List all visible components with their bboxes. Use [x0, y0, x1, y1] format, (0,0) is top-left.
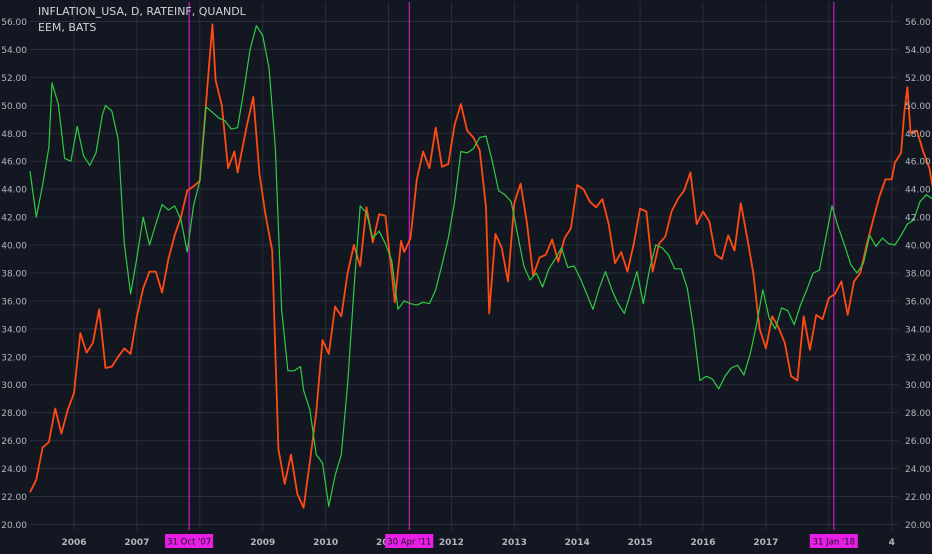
y-tick-label-left: 52.00 [1, 74, 27, 84]
y-tick-label-left: 38.00 [1, 269, 27, 279]
y-tick-label-left: 32.00 [1, 353, 27, 363]
y-tick-label-right: 40.00 [905, 242, 931, 252]
x-tick-label: 2006 [61, 538, 86, 548]
chart-background [0, 0, 932, 550]
x-tick-label: 2013 [502, 538, 527, 548]
x-tick-label: 2017 [753, 538, 778, 548]
chart-root[interactable]: 20.00 22.00 24.00 26.00 28.00 30.00 32.00 34.00… [0, 0, 932, 550]
y-tick-label-left: 56.00 [1, 18, 27, 28]
date-marker-label: 31 Oct '07 [167, 538, 211, 548]
y-tick-label-left: 42.00 [1, 214, 27, 224]
legend-secondary-series[interactable]: EEM, BATS [38, 20, 246, 36]
y-tick-label-right: 38.00 [905, 269, 931, 279]
x-tick-label: 2009 [250, 538, 275, 548]
legend: INFLATION_USA, D, RATEINF, QUANDL EEM, B… [38, 4, 246, 36]
y-tick-label-left: 54.00 [1, 46, 27, 56]
y-tick-label-right: 54.00 [905, 46, 931, 56]
y-tick-label-right: 28.00 [905, 409, 931, 419]
y-tick-label-left: 44.00 [1, 186, 27, 196]
date-marker-label: 31 Jan '18 [813, 538, 855, 548]
y-tick-label-right: 22.00 [905, 493, 931, 503]
y-tick-label-right: 24.00 [905, 465, 931, 475]
y-tick-label-right: 42.00 [905, 214, 931, 224]
y-tick-label-left: 34.00 [1, 325, 27, 335]
x-tick-label: 2014 [565, 538, 590, 548]
y-tick-label-right: 48.00 [905, 130, 931, 140]
y-tick-label-right: 32.00 [905, 353, 931, 363]
x-tick-label: 4 [889, 538, 895, 548]
y-tick-label-right: 34.00 [905, 325, 931, 335]
y-tick-label-right: 52.00 [905, 74, 931, 84]
x-tick-label: 2010 [313, 538, 338, 548]
x-tick-label: 2015 [628, 538, 653, 548]
x-tick-label: 2016 [690, 538, 715, 548]
y-tick-label-right: 36.00 [905, 297, 931, 307]
y-tick-label-left: 28.00 [1, 409, 27, 419]
y-tick-label-left: 50.00 [1, 102, 27, 112]
y-tick-label-right: 46.00 [905, 158, 931, 168]
price-chart[interactable]: 20.00 22.00 24.00 26.00 28.00 30.00 32.00 34.00… [0, 0, 932, 550]
y-tick-label-left: 26.00 [1, 437, 27, 447]
x-tick-label: 2007 [124, 538, 149, 548]
y-tick-label-left: 36.00 [1, 297, 27, 307]
y-tick-label-left: 20.00 [1, 521, 27, 531]
y-tick-label-right: 50.00 [905, 102, 931, 112]
legend-primary-series[interactable]: INFLATION_USA, D, RATEINF, QUANDL [38, 4, 246, 20]
y-tick-label-left: 24.00 [1, 465, 27, 475]
y-tick-label-right: 20.00 [905, 521, 931, 531]
y-tick-label-right: 26.00 [905, 437, 931, 447]
y-tick-label-right: 44.00 [905, 186, 931, 196]
y-tick-label-left: 46.00 [1, 158, 27, 168]
y-tick-label-right: 56.00 [905, 18, 931, 28]
date-marker-label: 30 Apr '11 [387, 538, 431, 548]
y-tick-label-left: 30.00 [1, 381, 27, 391]
y-tick-label-left: 22.00 [1, 493, 27, 503]
y-tick-label-left: 48.00 [1, 130, 27, 140]
y-tick-label-left: 40.00 [1, 242, 27, 252]
x-tick-label: 2012 [439, 538, 464, 548]
y-tick-label-right: 30.00 [905, 381, 931, 391]
